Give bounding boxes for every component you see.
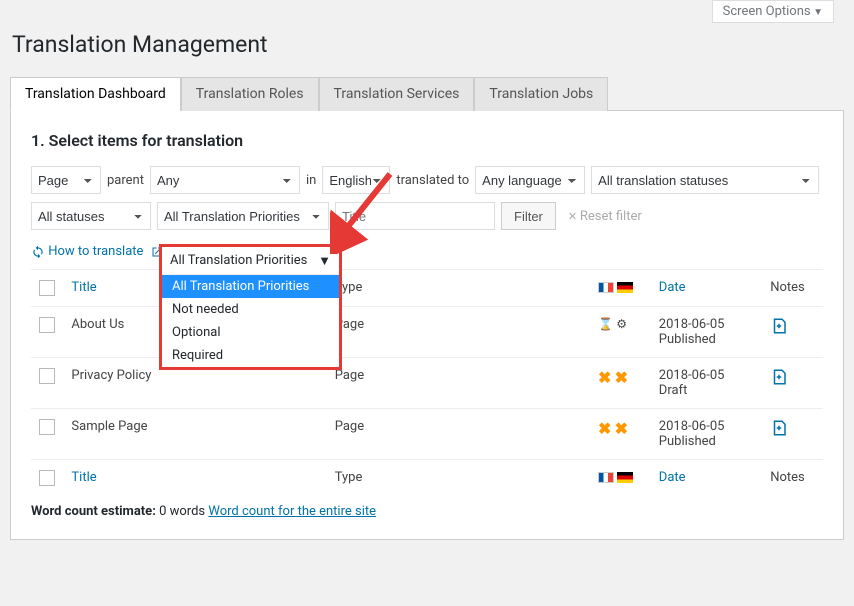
parent-label: parent <box>107 173 144 188</box>
translation-status-select[interactable]: All translation statuses <box>591 166 819 194</box>
tab-services[interactable]: Translation Services <box>319 77 475 111</box>
how-to-translate-link[interactable]: How to translate <box>31 244 163 259</box>
tab-jobs[interactable]: Translation Jobs <box>474 77 608 111</box>
source-lang-select[interactable]: English <box>322 166 390 194</box>
content-type-select[interactable]: Page <box>31 166 101 194</box>
priority-dropdown-open: All Translation Priorities▼ All Translat… <box>159 244 342 370</box>
not-translated-icon: ✖ <box>615 419 628 438</box>
target-lang-select[interactable]: Any language <box>475 166 585 194</box>
priority-option[interactable]: Not needed <box>162 298 339 321</box>
reset-filter-link[interactable]: Reset filter <box>568 209 642 224</box>
row-type: Page <box>327 409 590 460</box>
col-type: Type <box>327 460 590 497</box>
row-type: Page <box>327 358 590 409</box>
chevron-down-icon: ▼ <box>318 253 331 269</box>
priority-option[interactable]: Required <box>162 344 339 367</box>
flag-de-icon <box>617 472 633 483</box>
table-row: About Us Page ⌛ ⚙ 2018-06-05Published <box>31 307 823 358</box>
page-title: Translation Management <box>12 31 844 58</box>
add-note-icon[interactable] <box>762 307 823 358</box>
content-table: Title Type Date Notes About Us Page <box>31 269 823 496</box>
select-all-checkbox-bottom[interactable] <box>39 470 55 486</box>
word-count-footer: Word count estimate: 0 words Word count … <box>31 504 823 519</box>
section-heading: 1. Select items for translation <box>31 131 823 150</box>
select-all-checkbox[interactable] <box>39 280 55 296</box>
post-status-select[interactable]: All statuses <box>31 202 151 230</box>
row-checkbox[interactable] <box>39 368 55 384</box>
tab-bar: Translation Dashboard Translation Roles … <box>10 76 844 111</box>
not-translated-icon: ✖ <box>598 368 611 387</box>
col-date[interactable]: Date <box>651 460 762 497</box>
word-count-link[interactable]: Word count for the entire site <box>208 504 376 519</box>
col-notes: Notes <box>762 270 823 307</box>
row-title: Sample Page <box>63 409 326 460</box>
not-translated-icon: ✖ <box>598 419 611 438</box>
priority-option[interactable]: Optional <box>162 321 339 344</box>
priority-dropdown-trigger[interactable]: All Translation Priorities▼ <box>162 247 339 275</box>
hourglass-icon: ⌛ <box>598 317 613 331</box>
priority-option[interactable]: All Translation Priorities <box>162 275 339 298</box>
screen-options-button[interactable]: Screen Options <box>712 0 834 23</box>
col-type: Type <box>327 270 590 307</box>
flag-de-icon <box>617 282 633 293</box>
tab-roles[interactable]: Translation Roles <box>181 77 319 111</box>
filter-button[interactable]: Filter <box>501 202 556 230</box>
col-title[interactable]: Title <box>63 460 326 497</box>
flag-fr-icon <box>598 282 614 293</box>
row-checkbox[interactable] <box>39 317 55 333</box>
add-note-icon[interactable] <box>762 358 823 409</box>
translated-to-label: translated to <box>396 173 469 188</box>
not-translated-icon: ✖ <box>615 368 628 387</box>
gear-icon: ⚙ <box>616 317 627 331</box>
parent-select[interactable]: Any <box>150 166 300 194</box>
flag-fr-icon <box>598 472 614 483</box>
row-checkbox[interactable] <box>39 419 55 435</box>
add-note-icon[interactable] <box>762 409 823 460</box>
in-label: in <box>306 173 316 188</box>
col-notes: Notes <box>762 460 823 497</box>
col-date[interactable]: Date <box>651 270 762 307</box>
refresh-icon <box>31 245 45 259</box>
row-type: Page <box>327 307 590 358</box>
priority-select[interactable]: All Translation Priorities <box>157 202 329 230</box>
tab-dashboard[interactable]: Translation Dashboard <box>10 77 181 111</box>
table-row: Privacy Policy Page ✖ ✖ 2018-06-05Draft <box>31 358 823 409</box>
table-row: Sample Page Page ✖ ✖ 2018-06-05Published <box>31 409 823 460</box>
title-input[interactable] <box>335 202 495 230</box>
